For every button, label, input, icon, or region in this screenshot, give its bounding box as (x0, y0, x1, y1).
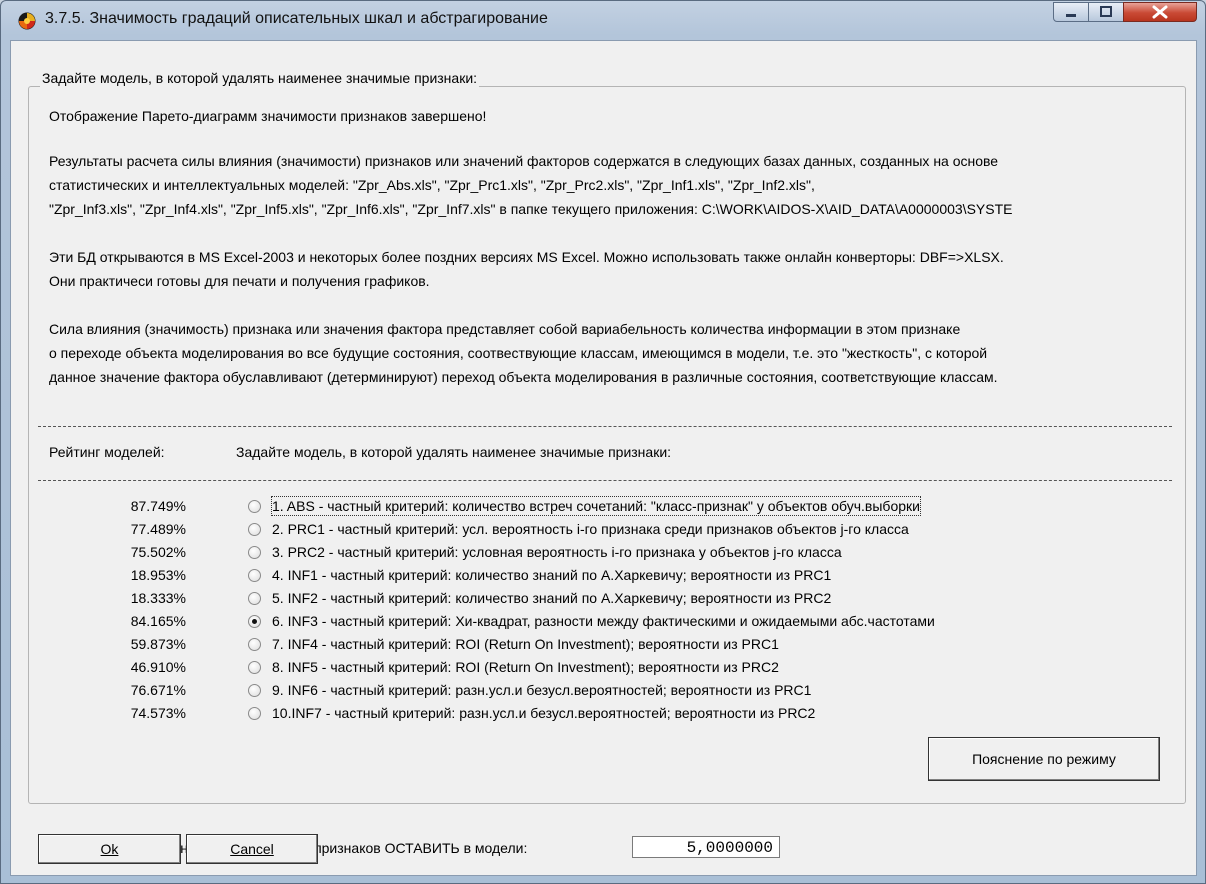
excel-text-line2: Они практичеси готовы для печати и получ… (49, 273, 430, 289)
cancel-button[interactable]: Cancel (186, 834, 318, 864)
model-radio-6[interactable] (248, 615, 261, 628)
explain-mode-button[interactable]: Пояснение по режиму (928, 737, 1160, 781)
minimize-button[interactable] (1053, 2, 1089, 22)
model-option-5[interactable]: 5. INF2 - частный критерий: количество з… (272, 589, 831, 607)
model-rating: 74.573% (130, 705, 186, 721)
model-option-9[interactable]: 9. INF6 - частный критерий: разн.усл.и б… (272, 681, 811, 699)
close-button[interactable] (1123, 2, 1197, 22)
model-radio-5[interactable] (248, 592, 261, 605)
ok-button-label: Ok (100, 841, 119, 857)
model-option-2[interactable]: 2. PRC1 - частный критерий: усл. вероятн… (272, 520, 909, 538)
model-rating: 18.953% (130, 567, 186, 583)
model-radio-1[interactable] (248, 500, 261, 513)
model-radio-10[interactable] (248, 707, 261, 720)
results-text-line2: статистических и интеллектуальных моделе… (49, 177, 815, 193)
model-radio-8[interactable] (248, 661, 261, 674)
model-option-4[interactable]: 4. INF1 - частный критерий: количество з… (272, 566, 831, 584)
model-rating: 46.910% (130, 659, 186, 675)
maximize-icon (1100, 6, 1112, 17)
model-option-7[interactable]: 7. INF4 - частный критерий: ROI (Return … (272, 635, 779, 653)
model-option-3[interactable]: 3. PRC2 - частный критерий: условная вер… (272, 543, 842, 561)
model-rating: 59.873% (130, 636, 186, 652)
window-title: 3.7.5. Значимость градаций описательных … (45, 10, 548, 27)
divider-top (38, 426, 1172, 427)
model-radio-2[interactable] (248, 523, 261, 536)
choose-model-header: Задайте модель, в которой удалять наимен… (236, 444, 672, 460)
keep-percent-input[interactable]: 5,0000000 (632, 836, 780, 858)
model-radio-4[interactable] (248, 569, 261, 582)
force-text-line2: о переходе объекта моделирования во все … (49, 345, 988, 361)
rating-header: Рейтинг моделей: (49, 444, 165, 460)
model-rating: 18.333% (130, 590, 186, 606)
groupbox-title: Задайте модель, в которой удалять наимен… (40, 69, 480, 87)
model-rating: 87.749% (130, 498, 186, 514)
results-text-line3: "Zpr_Inf3.xls", "Zpr_Inf4.xls", "Zpr_Inf… (49, 201, 1013, 217)
model-option-1[interactable]: 1. ABS - частный критерий: количество вс… (271, 496, 921, 516)
ok-button[interactable]: Ok (38, 834, 181, 864)
model-rating: 75.502% (130, 544, 186, 560)
force-text-line3: данное значение фактора обуславливают (д… (49, 369, 998, 385)
model-rating: 84.165% (130, 613, 186, 629)
model-radio-3[interactable] (248, 546, 261, 559)
model-rating: 77.489% (130, 521, 186, 537)
excel-text-line1: Эти БД открываются в MS Excel-2003 и нек… (49, 249, 1004, 265)
model-option-10[interactable]: 10.INF7 - частный критерий: разн.усл.и б… (272, 704, 815, 722)
completed-message: Отображение Парето-диаграмм значимости п… (49, 108, 487, 124)
model-radio-9[interactable] (248, 684, 261, 697)
cancel-button-label: Cancel (230, 841, 274, 857)
divider-bottom (38, 480, 1172, 481)
force-text-line1: Сила влияния (значимость) признака или з… (49, 321, 961, 337)
minimize-icon (1066, 14, 1076, 17)
title-bar[interactable]: 3.7.5. Значимость градаций описательных … (1, 1, 1205, 39)
model-rating: 76.671% (130, 682, 186, 698)
model-radio-7[interactable] (248, 638, 261, 651)
results-text-line1: Результаты расчета силы влияния (значимо… (49, 153, 999, 169)
model-option-6[interactable]: 6. INF3 - частный критерий: Хи-квадрат, … (272, 612, 935, 630)
close-icon (1152, 5, 1168, 19)
maximize-button[interactable] (1088, 2, 1124, 22)
app-icon (18, 12, 36, 30)
model-option-8[interactable]: 8. INF5 - частный критерий: ROI (Return … (272, 658, 779, 676)
